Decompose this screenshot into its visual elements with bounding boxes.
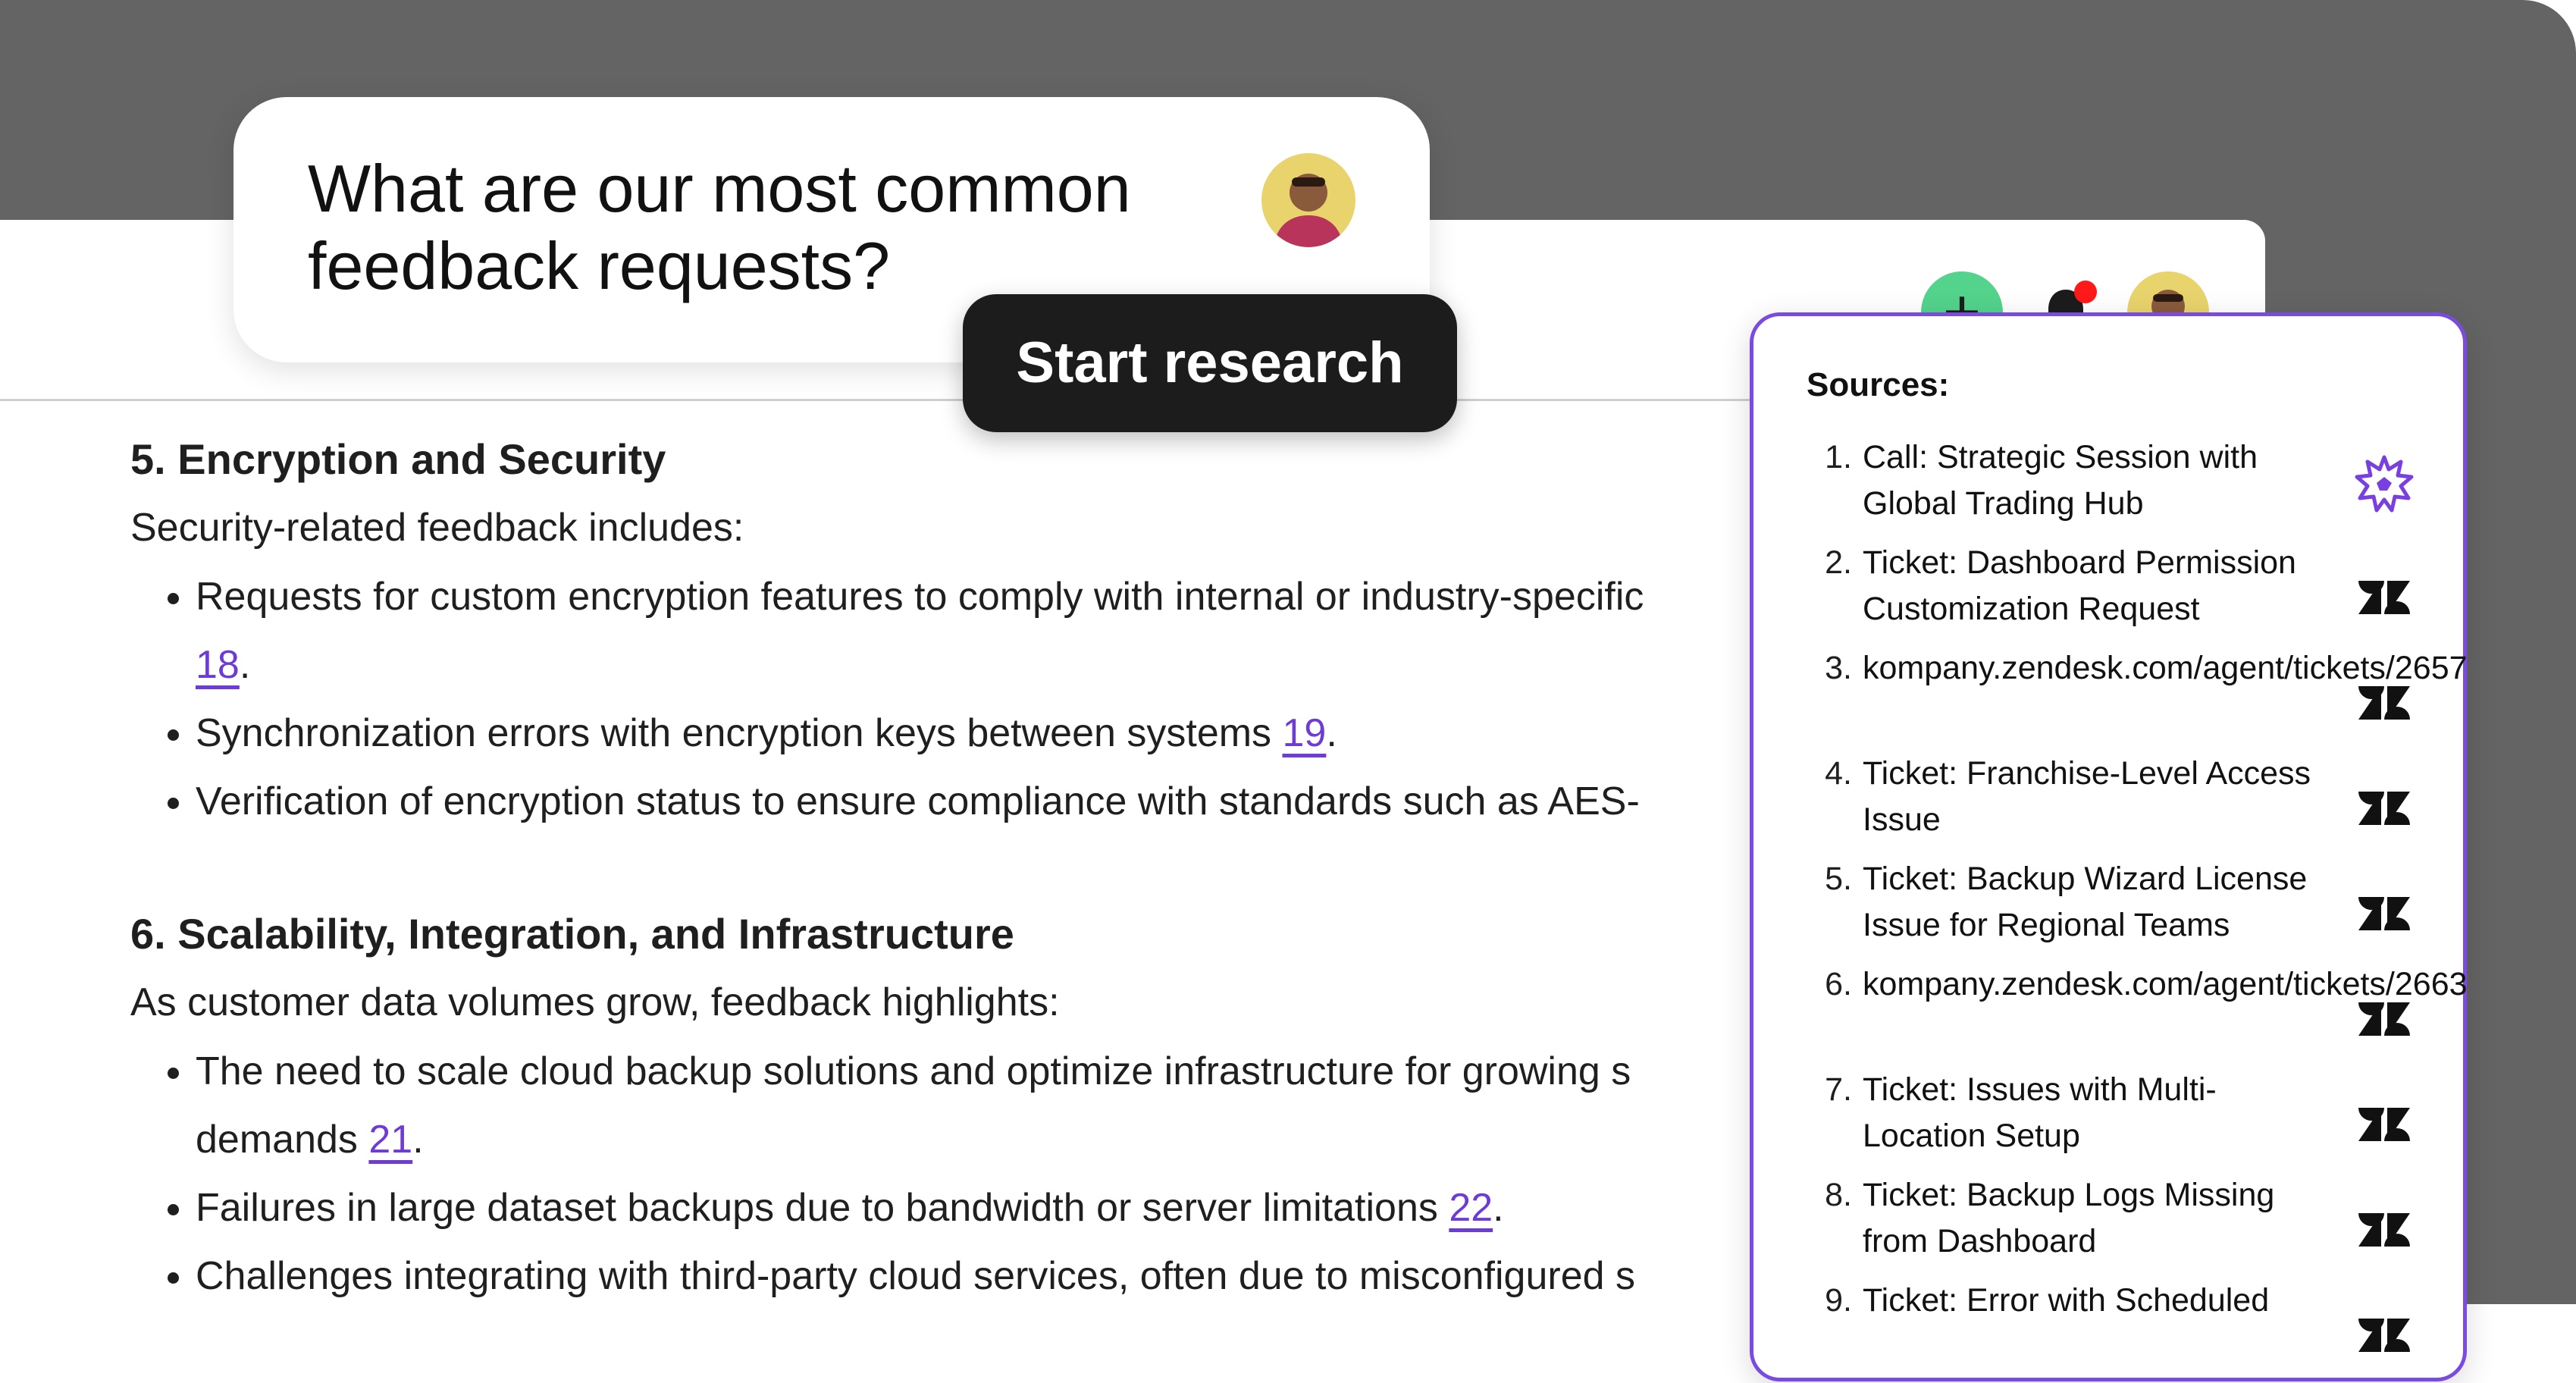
bullet-list: The need to scale cloud backup solutions… [130,1037,1798,1310]
source-title: Ticket: Backup Wizard License Issue for … [1863,861,2308,943]
source-item[interactable]: 6. kompany.zendesk.com/agent/tickets/266… [1807,961,2468,1067]
source-title: Ticket: Issues with Multi-Location Setup [1863,1071,2217,1154]
source-item[interactable]: 4. Ticket: Franchise-Level Access Issue [1807,751,2428,856]
source-item[interactable]: 1. Call: Strategic Session with Global T… [1807,434,2428,540]
source-number: 6. [1825,966,1852,1002]
zendesk-icon [2358,792,2410,825]
gong-icon [2355,455,2414,513]
asker-avatar [1261,153,1355,247]
section-heading: 5. Encryption and Security [130,435,666,483]
sources-list: 1. Call: Strategic Session with Global T… [1807,434,2468,1383]
notification-dot [2074,281,2097,303]
source-title: Call: Strategic Session with Global Trad… [1863,439,2258,522]
citation-link[interactable]: 19 [1283,711,1327,755]
bullet-text: Requests for custom encryption features … [196,575,1644,619]
zendesk-icon [2358,686,2410,720]
zendesk-icon [2358,1319,2410,1352]
start-research-button[interactable]: Start research [963,294,1457,432]
section-heading: 6. Scalability, Integration, and Infrast… [130,910,1014,958]
source-number: 9. [1825,1282,1852,1319]
list-item: Verification of encryption status to ens… [196,767,1798,836]
bullet-text: demands [196,1118,369,1162]
zendesk-icon [2358,1002,2410,1036]
source-number: 1. [1825,439,1852,475]
source-item[interactable]: 7. Ticket: Issues with Multi-Location Se… [1807,1067,2428,1172]
avatar-portrait-icon [1274,174,1343,247]
source-item[interactable]: 8. Ticket: Backup Logs Missing from Dash… [1807,1172,2428,1278]
source-item[interactable]: 9. Ticket: Error with Scheduled [1807,1278,2428,1383]
section-intro: As customer data volumes grow, feedback … [130,980,1060,1024]
list-item: The need to scale cloud backup solutions… [196,1037,1798,1174]
list-item: Challenges integrating with third-party … [196,1242,1798,1310]
zendesk-icon [2358,1108,2410,1141]
source-number: 5. [1825,861,1852,897]
sources-title: Sources: [1807,366,1950,403]
source-title: Ticket: Dashboard Permission Customizati… [1863,544,2296,627]
source-title: kompany.zendesk.com/agent/tickets/2663 [1863,966,2468,1002]
bullet-list: Requests for custom encryption features … [130,563,1798,836]
section-intro: Security-related feedback includes: [130,506,744,550]
source-title: kompany.zendesk.com/agent/tickets/2657 [1863,650,2468,686]
source-number: 7. [1825,1071,1852,1108]
bullet-text: Challenges integrating with third-party … [196,1254,1635,1298]
source-item[interactable]: 3. kompany.zendesk.com/agent/tickets/265… [1807,645,2468,751]
report-content: 5. Encryption and Security Security-rela… [130,429,1798,1310]
source-number: 4. [1825,755,1852,792]
source-item[interactable]: 5. Ticket: Backup Wizard License Issue f… [1807,856,2428,961]
bullet-text: Failures in large dataset backups due to… [196,1186,1449,1230]
citation-link[interactable]: 21 [368,1118,412,1162]
source-number: 3. [1825,650,1852,686]
source-number: 2. [1825,544,1852,581]
question-text: What are our most common feedback reques… [308,151,1131,303]
source-title: Ticket: Error with Scheduled [1863,1282,2270,1319]
source-item[interactable]: 2. Ticket: Dashboard Permission Customiz… [1807,540,2428,645]
bullet-text: The need to scale cloud backup solutions… [196,1049,1631,1093]
citation-link[interactable]: 22 [1449,1186,1493,1230]
zendesk-icon [2358,897,2410,930]
bullet-text: Synchronization errors with encryption k… [196,711,1283,755]
list-item: Synchronization errors with encryption k… [196,699,1798,767]
source-number: 8. [1825,1177,1852,1213]
source-title: Ticket: Franchise-Level Access Issue [1863,755,2311,838]
zendesk-icon [2358,1213,2410,1247]
citation-link[interactable]: 18 [196,643,240,687]
sources-panel: Sources: 1. Call: Strategic Session with… [1750,312,2468,1383]
bullet-text: Verification of encryption status to ens… [196,779,1640,823]
source-title: Ticket: Backup Logs Missing from Dashboa… [1863,1177,2275,1259]
list-item: Failures in large dataset backups due to… [196,1174,1798,1242]
list-item: Requests for custom encryption features … [196,563,1798,699]
zendesk-icon [2358,581,2410,614]
